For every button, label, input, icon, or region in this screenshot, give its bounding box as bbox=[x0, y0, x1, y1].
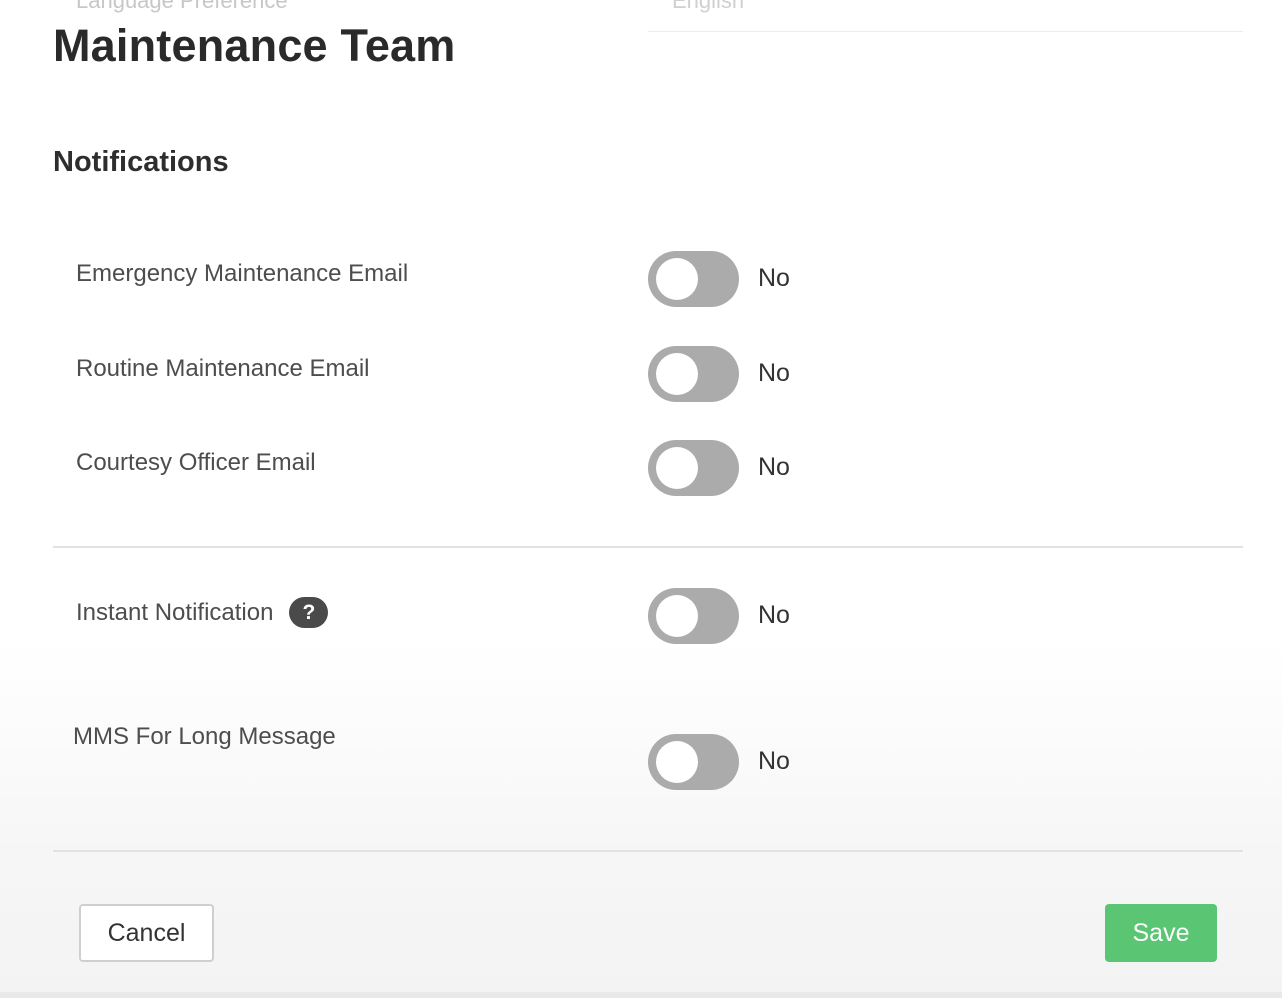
courtesy-officer-email-toggle[interactable] bbox=[648, 440, 739, 496]
cancel-button[interactable]: Cancel bbox=[79, 904, 214, 962]
language-preference-label: Language Preference bbox=[76, 0, 288, 13]
toggle-knob bbox=[656, 447, 698, 489]
section-divider bbox=[53, 546, 1243, 548]
courtesy-officer-email-label: Courtesy Officer Email bbox=[76, 449, 316, 476]
toggle-knob bbox=[656, 595, 698, 637]
mms-long-message-label: MMS For Long Message bbox=[73, 723, 336, 750]
routine-maintenance-email-toggle[interactable] bbox=[648, 346, 739, 402]
instant-notification-toggle[interactable] bbox=[648, 588, 739, 644]
routine-maintenance-email-label: Routine Maintenance Email bbox=[76, 355, 370, 382]
toggle-knob bbox=[656, 258, 698, 300]
toggle-knob bbox=[656, 353, 698, 395]
instant-notification-label-group: Instant Notification ? bbox=[76, 597, 329, 628]
routine-maintenance-email-state: No bbox=[758, 359, 790, 387]
emergency-maintenance-email-toggle[interactable] bbox=[648, 251, 739, 307]
emergency-maintenance-email-label: Emergency Maintenance Email bbox=[76, 260, 409, 287]
notifications-section-title: Notifications bbox=[53, 146, 229, 178]
mms-long-message-toggle[interactable] bbox=[648, 734, 739, 790]
toggle-knob bbox=[656, 741, 698, 783]
question-mark-icon[interactable]: ? bbox=[289, 597, 329, 628]
instant-notification-label: Instant Notification bbox=[76, 598, 274, 626]
courtesy-officer-email-state: No bbox=[758, 453, 790, 481]
language-preference-underline bbox=[648, 31, 1243, 32]
mms-long-message-state: No bbox=[758, 747, 790, 775]
page-title: Maintenance Team bbox=[53, 20, 456, 71]
instant-notification-state: No bbox=[758, 601, 790, 629]
language-preference-value[interactable]: English bbox=[672, 0, 744, 14]
modal-bottom-edge bbox=[0, 992, 1282, 998]
save-button[interactable]: Save bbox=[1105, 904, 1217, 962]
footer-divider bbox=[53, 850, 1243, 852]
emergency-maintenance-email-state: No bbox=[758, 264, 790, 292]
